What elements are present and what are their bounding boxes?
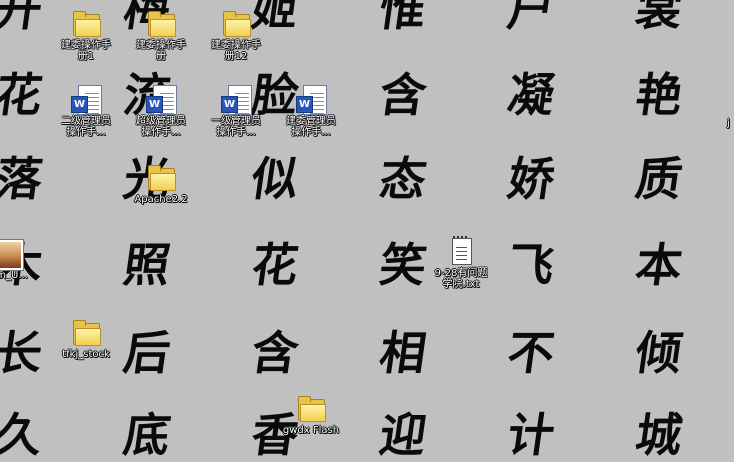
- wallpaper-char: 计: [504, 408, 558, 462]
- desktop-icon-folder-jianwei[interactable]: 建委操作手 册: [124, 8, 198, 62]
- wallpaper-char: 开: [0, 0, 46, 36]
- desktop-icon-folder-jianwei-1[interactable]: 建委操作手 册1: [49, 8, 123, 62]
- desktop-icon-folder-tfkj-stock[interactable]: tfkj_stock: [49, 317, 123, 360]
- desktop-icon-label: 建委管理员 操作手...: [286, 116, 336, 138]
- wallpaper-char: 飞: [504, 238, 558, 292]
- wallpaper-char: 不: [504, 326, 558, 380]
- wallpaper-char: 花: [0, 68, 46, 122]
- wallpaper-char: 后: [120, 326, 174, 380]
- folder-icon: [145, 162, 177, 192]
- desktop-icon-folder-apache[interactable]: Apache2.2: [124, 162, 198, 205]
- wallpaper-char: 城: [632, 408, 686, 462]
- wallpaper-char: 裳: [632, 0, 686, 36]
- wallpaper-char: 笑: [376, 238, 430, 292]
- wallpaper-char: 似: [248, 152, 302, 206]
- desktop-icon-doc-chaoji[interactable]: W 超级管理员 操作手...: [124, 84, 198, 138]
- folder-icon: [220, 8, 252, 38]
- word-document-icon: W: [145, 84, 177, 115]
- folder-icon: [70, 8, 102, 38]
- desktop-icon-label: 超级管理员 操作手...: [136, 116, 186, 138]
- wallpaper-char: 倾: [632, 326, 686, 380]
- wallpaper-char: 户: [504, 0, 558, 36]
- word-document-icon: W: [70, 84, 102, 115]
- word-document-icon: W: [220, 84, 252, 115]
- wallpaper-char: 迎: [376, 408, 430, 462]
- wallpaper-char: 相: [376, 326, 430, 380]
- folder-icon: [145, 8, 177, 38]
- image-file-icon: [0, 238, 25, 270]
- folder-icon: [70, 317, 102, 347]
- desktop-icon-folder-gwdx-flash[interactable]: gwdx Flash: [274, 393, 348, 436]
- wallpaper-char: 凝: [504, 68, 558, 122]
- wallpaper-char: 落: [0, 152, 46, 206]
- desktop-icon-label: Apache2.2: [134, 194, 188, 205]
- wallpaper-char: 娇: [504, 152, 558, 206]
- offscreen-icon-label-fragment: j: [727, 118, 730, 129]
- wallpaper-char: 底: [120, 408, 174, 462]
- desktop-icon-txt-928[interactable]: 9-28有问题 学院.txt: [424, 236, 498, 290]
- wallpaper-char: 长: [0, 326, 46, 380]
- desktop-icon-label: om_U...: [0, 270, 28, 281]
- desktop-icon-label: 建委操作手 册: [136, 40, 186, 62]
- wallpaper-char: 质: [632, 152, 686, 206]
- desktop-icon-label: 建委操作手 册12: [211, 40, 261, 62]
- wallpaper-char: 态: [376, 152, 430, 206]
- wallpaper-char: 本: [632, 238, 686, 292]
- desktop-icon-folder-jianwei-12[interactable]: 建委操作手 册12: [199, 8, 273, 62]
- wallpaper-char: 艳: [632, 68, 686, 122]
- text-file-icon: [445, 236, 477, 266]
- desktop-icon-doc-erji[interactable]: W 二级管理员 操作手...: [49, 84, 123, 138]
- wallpaper-char: 含: [376, 68, 430, 122]
- desktop-icon-label: gwdx Flash: [282, 425, 340, 436]
- desktop-icon-image-file[interactable]: om_U...: [0, 238, 46, 281]
- wallpaper-char: 照: [120, 238, 174, 292]
- desktop-icon-label: 建委操作手 册1: [61, 40, 111, 62]
- desktop-icon-label: tfkj_stock: [62, 349, 110, 360]
- desktop-icon-label: 一级管理员 操作手...: [211, 116, 261, 138]
- folder-icon: [295, 393, 327, 423]
- wallpaper-char: 花: [248, 238, 302, 292]
- desktop-icon-label: 二级管理员 操作手...: [61, 116, 111, 138]
- wallpaper-char: 惟: [376, 0, 430, 36]
- desktop-icon-label: 9-28有问题 学院.txt: [434, 268, 488, 290]
- word-document-icon: W: [295, 84, 327, 115]
- desktop-icon-doc-yiji[interactable]: W 一级管理员 操作手...: [199, 84, 273, 138]
- wallpaper-char: 含: [248, 326, 302, 380]
- wallpaper-char: 久: [0, 408, 46, 462]
- desktop-icon-doc-jianwei[interactable]: W 建委管理员 操作手...: [274, 84, 348, 138]
